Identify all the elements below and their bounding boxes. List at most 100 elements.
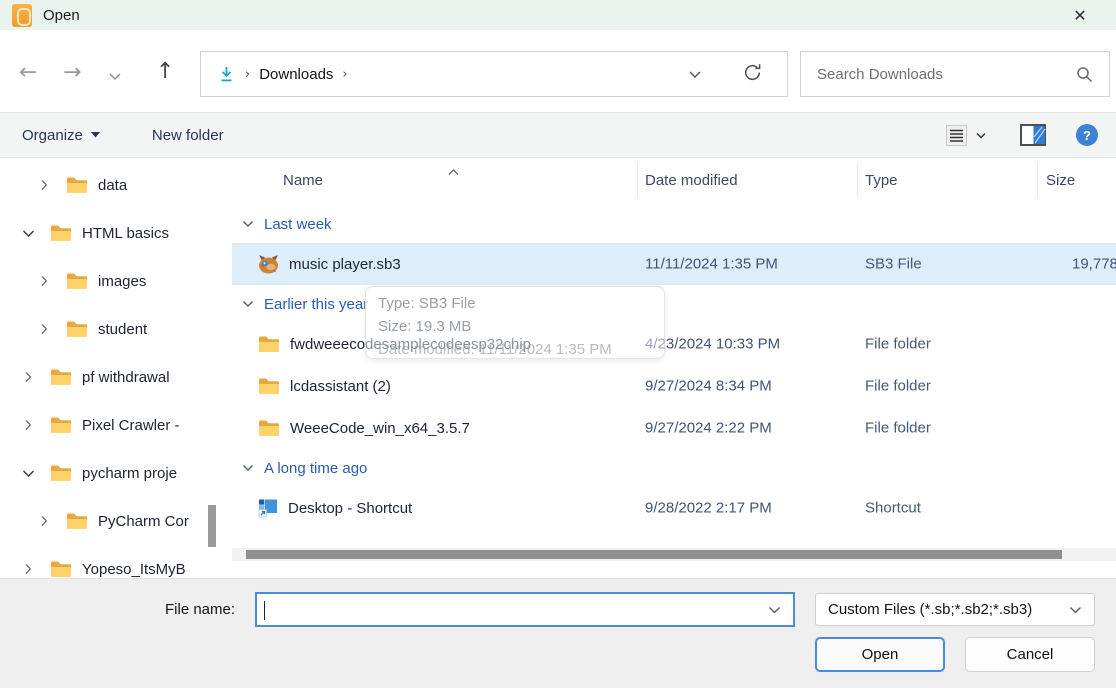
group-header[interactable]: A long time ago (232, 449, 1116, 487)
new-folder-button[interactable]: New folder (152, 127, 224, 144)
cancel-button-label: Cancel (1007, 646, 1054, 663)
column-divider[interactable] (637, 163, 638, 197)
folder-icon (50, 368, 72, 386)
sidebar-item-label: pycharm proje (82, 465, 177, 482)
folder-icon (50, 224, 72, 242)
open-button-label: Open (862, 646, 899, 663)
command-toolbar: Organize New folder ? (0, 112, 1116, 158)
chevron-right-icon[interactable] (22, 371, 36, 383)
folder-icon (258, 377, 280, 395)
sidebar-item[interactable]: data (0, 161, 222, 209)
sidebar-item-label: student (98, 321, 147, 338)
search-icon (1076, 66, 1093, 83)
chevron-down-icon[interactable] (768, 606, 781, 614)
column-divider[interactable] (857, 163, 858, 197)
recent-locations-chevron-icon[interactable] (108, 69, 122, 84)
sidebar-item[interactable]: pycharm proje (0, 449, 222, 497)
file-name: music player.sb3 (289, 256, 401, 273)
search-input[interactable] (801, 66, 1076, 83)
sidebar-item-label: PyCharm Cor (98, 513, 189, 530)
file-name: Desktop - Shortcut (288, 500, 412, 517)
group-label: Last week (264, 216, 332, 233)
up-icon[interactable]: ↑ (156, 61, 174, 83)
file-list: Last week music player.sb311/11/2024 1:35… (232, 205, 1116, 529)
sidebar-item-label: HTML basics (82, 225, 169, 242)
chevron-down-icon (242, 220, 254, 228)
file-type: File folder (865, 336, 931, 353)
app-icon (12, 4, 32, 27)
chevron-right-icon[interactable] (22, 563, 36, 575)
chevron-right-icon[interactable] (38, 179, 52, 191)
chevron-down-icon[interactable] (22, 229, 36, 238)
file-row[interactable]: lcdassistant (2)9/27/2024 8:34 PMFile fo… (232, 365, 1116, 407)
sidebar-item[interactable]: Yopeso_ItsMyB (0, 545, 222, 578)
tooltip-date-line: Date modified: 11/11/2024 1:35 PM (378, 338, 652, 359)
forward-icon[interactable]: → (63, 62, 81, 84)
cancel-button[interactable]: Cancel (965, 637, 1095, 672)
horizontal-scrollbar[interactable] (232, 548, 1116, 561)
search-box (800, 51, 1110, 97)
horizontal-scrollbar-thumb[interactable] (246, 550, 1062, 559)
text-cursor (264, 601, 265, 620)
folder-icon (258, 419, 280, 437)
sidebar-item-label: Yopeso_ItsMyB (82, 561, 186, 578)
sidebar-scrollbar-thumb[interactable] (208, 505, 216, 547)
chevron-right-icon[interactable] (38, 515, 52, 527)
sidebar-item[interactable]: images (0, 257, 222, 305)
sidebar-item-label: pf withdrawal (82, 369, 170, 386)
file-name-input[interactable] (257, 594, 768, 625)
breadcrumb-chevron-icon[interactable]: › (342, 67, 347, 82)
file-date: 9/28/2022 2:17 PM (645, 500, 772, 517)
file-row[interactable]: music player.sb311/11/2024 1:35 PMSB3 Fi… (232, 243, 1116, 285)
breadcrumb-location[interactable]: Downloads (259, 66, 333, 83)
back-icon[interactable]: ← (19, 62, 37, 84)
group-label: Earlier this year (264, 296, 368, 313)
column-header-name[interactable]: Name (283, 172, 323, 189)
file-name-label: File name: (165, 601, 235, 618)
folder-icon (66, 176, 88, 194)
sidebar-item[interactable]: HTML basics (0, 209, 222, 257)
column-header-type[interactable]: Type (865, 172, 898, 189)
file-date: 4/23/2024 10:33 PM (645, 336, 780, 353)
chevron-down-icon (242, 464, 254, 472)
chevron-right-icon[interactable] (22, 419, 36, 431)
chevron-down-icon (1069, 606, 1082, 614)
chevron-right-icon[interactable] (38, 275, 52, 287)
help-icon[interactable]: ? (1076, 124, 1098, 146)
preview-pane-icon[interactable] (1020, 124, 1046, 146)
chevron-down-icon[interactable] (22, 469, 36, 478)
sidebar-item[interactable]: pf withdrawal (0, 353, 222, 401)
group-header[interactable]: Last week (232, 205, 1116, 243)
file-name: WeeeCode_win_x64_3.5.7 (290, 420, 470, 437)
chevron-right-icon[interactable] (38, 323, 52, 335)
refresh-icon[interactable] (742, 62, 763, 87)
file-info-tooltip: Type: SB3 File Size: 19.3 MB Date modifi… (365, 286, 665, 359)
breadcrumb-chevron-icon[interactable]: › (245, 67, 250, 82)
address-bar[interactable]: › Downloads › (200, 51, 788, 97)
file-row[interactable]: Desktop - Shortcut9/28/2022 2:17 PMShort… (232, 487, 1116, 529)
shortcut-icon (258, 498, 278, 518)
file-size: 19,778 (1072, 256, 1116, 273)
file-type: File folder (865, 378, 931, 395)
column-header-date-modified[interactable]: Date modified (645, 172, 738, 189)
organize-button[interactable]: Organize (22, 127, 100, 144)
file-type: SB3 File (865, 256, 922, 273)
folder-icon (66, 512, 88, 530)
file-type-value: Custom Files (*.sb;*.sb2;*.sb3) (816, 601, 1032, 618)
sidebar-item-label: Pixel Crawler - (82, 417, 180, 434)
sidebar-item[interactable]: Pixel Crawler - (0, 401, 222, 449)
file-type-select[interactable]: Custom Files (*.sb;*.sb2;*.sb3) (815, 593, 1095, 626)
folder-icon (50, 416, 72, 434)
sidebar-item[interactable]: student (0, 305, 222, 353)
file-row[interactable]: WeeeCode_win_x64_3.5.79/27/2024 2:22 PMF… (232, 407, 1116, 449)
details-view-icon (946, 125, 967, 146)
column-header-size[interactable]: Size (1046, 172, 1075, 189)
close-icon[interactable]: ✕ (1062, 0, 1098, 30)
sidebar-item[interactable]: PyCharm Cor (0, 497, 222, 545)
new-folder-label: New folder (152, 127, 224, 144)
address-dropdown-chevron-icon[interactable] (688, 66, 702, 83)
open-button[interactable]: Open (815, 637, 945, 672)
caret-down-icon (91, 132, 100, 138)
column-divider[interactable] (1037, 163, 1038, 197)
views-split-button[interactable] (946, 125, 986, 146)
